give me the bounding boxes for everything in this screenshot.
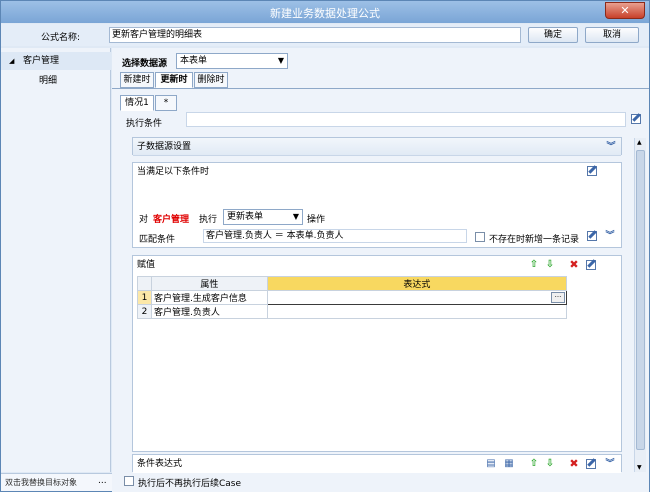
tree-item-customer[interactable]: ◢ 客户管理 [1, 52, 111, 70]
condition-header: 当满足以下条件时 [133, 163, 621, 181]
target-name: 客户管理 [153, 215, 190, 225]
scroll-up-icon[interactable]: ▲ [637, 139, 642, 146]
row-num-header [137, 276, 152, 291]
target-object-field[interactable]: 双击我替换目标对象 ... [1, 473, 119, 491]
tree-item-label: 明细 [39, 76, 58, 86]
chevron-down-icon: ▼ [277, 56, 284, 65]
exec-action-selected: 更新表单 [227, 212, 264, 222]
delete-icon[interactable]: ✖ [568, 259, 580, 271]
stop-after-label: 执行后不再执行后续Case [138, 479, 242, 489]
object-tree: ◢ 客户管理 明细 [1, 48, 111, 472]
edit-icon[interactable] [586, 260, 596, 270]
ok-button[interactable]: 确定 [528, 27, 578, 43]
row-property[interactable]: 客户管理.负责人 [150, 304, 268, 319]
target-prefix: 对 [139, 215, 149, 225]
title-bar: 新建业务数据处理公式 ✕ [1, 1, 649, 23]
exec-suffix: 操作 [307, 215, 326, 225]
tab-delete[interactable]: 删除时 [194, 72, 228, 88]
tree-item-detail[interactable]: 明细 [1, 72, 111, 90]
formula-name-row: 公式名称: 更新客户管理的明细表 确定 取消 [1, 24, 649, 46]
move-up-icon[interactable]: ⇧ [528, 259, 540, 271]
stop-after-checkbox[interactable] [124, 476, 134, 486]
sub-datasource-panel: 子数据源设置 ︾ [132, 137, 622, 156]
move-up-icon[interactable]: ⇧ [528, 458, 540, 470]
match-expression[interactable]: 客户管理.负责人 ＝ 本表单.负责人 [203, 229, 467, 243]
tab-update[interactable]: 更新时 [155, 72, 193, 88]
assign-panel: 赋值 ⇧ ⇩ ✖ 属性 表达式 1 客户管理.生成客户信息 ··· 2 客户管理… [132, 255, 622, 452]
match-label: 匹配条件 [139, 235, 176, 245]
row-expression-editor[interactable]: ··· [266, 290, 568, 305]
delete-icon[interactable]: ✖ [568, 458, 580, 470]
move-down-icon[interactable]: ⇩ [544, 458, 556, 470]
row-property[interactable]: 客户管理.生成客户信息 [150, 290, 268, 305]
tree-expand-icon[interactable]: ◢ [9, 52, 14, 70]
expand-chevron-icon[interactable]: ︾ [604, 230, 616, 242]
assign-title: 赋值 [137, 260, 156, 270]
dialog-window: 新建业务数据处理公式 ✕ 公式名称: 更新客户管理的明细表 确定 取消 ◢ 客户… [0, 0, 650, 492]
expand-chevron-icon[interactable]: ︾ [604, 458, 616, 470]
exec-label: 执行 [199, 215, 218, 225]
add-group-icon[interactable]: ▦ [503, 458, 515, 470]
move-down-icon[interactable]: ⇩ [544, 259, 556, 271]
table-row[interactable]: 1 客户管理.生成客户信息 ··· [137, 290, 568, 305]
row-num: 1 [137, 290, 152, 305]
datasource-select[interactable]: 本表单 ▼ [176, 53, 288, 69]
formula-name-label: 公式名称: [41, 33, 81, 43]
expression-more-button[interactable]: ··· [551, 292, 565, 303]
window-title: 新建业务数据处理公式 [270, 7, 380, 20]
sub-datasource-title: 子数据源设置 [137, 142, 192, 152]
exec-condition-input[interactable] [186, 112, 626, 127]
tab-case-1[interactable]: 情况1 [120, 95, 154, 111]
row-num: 2 [137, 304, 152, 319]
close-button[interactable]: ✕ [605, 2, 645, 19]
exec-condition-label: 执行条件 [126, 119, 163, 129]
scrollbar-thumb[interactable] [636, 150, 645, 450]
target-object-more-button[interactable]: ... [98, 476, 107, 486]
exec-action-select[interactable]: 更新表单 ▼ [223, 209, 303, 225]
target-object-text: 双击我替换目标对象 [5, 478, 77, 487]
edit-icon[interactable] [631, 114, 641, 124]
tab-add-case[interactable]: * [155, 95, 177, 111]
chevron-down-icon: ▼ [292, 212, 299, 221]
scroll-down-icon[interactable]: ▼ [637, 464, 642, 471]
expand-chevron-icon[interactable]: ︾ [605, 141, 617, 153]
col-header-property: 属性 [150, 276, 268, 291]
col-header-expression: 表达式 [266, 276, 568, 291]
tab-create[interactable]: 新建时 [120, 72, 154, 88]
table-header: 属性 表达式 [137, 276, 568, 291]
datasource-selected: 本表单 [180, 56, 208, 66]
table-row[interactable]: 2 客户管理.负责人 [137, 304, 568, 319]
formula-name-input[interactable]: 更新客户管理的明细表 [109, 27, 521, 43]
edit-icon[interactable] [587, 166, 597, 176]
assign-header: 赋值 ⇧ ⇩ ✖ [133, 256, 621, 274]
sub-datasource-header[interactable]: 子数据源设置 ︾ [133, 138, 621, 156]
cond-expr-header: 条件表达式 ▤ ▦ ⇧ ⇩ ✖ ︾ [133, 455, 621, 473]
main-panel: 选择数据源 本表单 ▼ 新建时 更新时 删除时 情况1 * 执行条件 子数据源设… [112, 48, 649, 492]
add-rule-icon[interactable]: ▤ [485, 458, 497, 470]
cancel-button[interactable]: 取消 [585, 27, 639, 43]
condition-panel: 当满足以下条件时 对 客户管理 执行 更新表单 ▼ 操作 匹配条件 客户管理.负… [132, 162, 622, 248]
cond-expr-title: 条件表达式 [137, 459, 183, 469]
not-exist-checkbox[interactable] [475, 232, 485, 242]
tree-item-label: 客户管理 [23, 56, 60, 66]
datasource-label: 选择数据源 [122, 59, 168, 69]
row-expression[interactable] [266, 304, 568, 319]
not-exist-label: 不存在时新增一条记录 [489, 235, 580, 245]
edit-icon[interactable] [587, 231, 597, 241]
tab-divider [112, 88, 649, 89]
edit-icon[interactable] [586, 459, 596, 469]
vertical-scrollbar[interactable]: ▲ ▼ [634, 138, 646, 472]
assign-table: 属性 表达式 1 客户管理.生成客户信息 ··· 2 客户管理.负责人 [137, 276, 568, 319]
cond-expr-panel: 条件表达式 ▤ ▦ ⇧ ⇩ ✖ ︾ [132, 454, 622, 473]
condition-title: 当满足以下条件时 [137, 167, 210, 177]
